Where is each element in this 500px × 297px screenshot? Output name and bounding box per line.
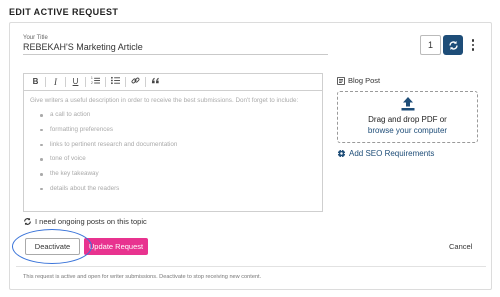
title-field-label: Your Title xyxy=(23,35,48,41)
request-card: Your Title REBEKAH'S Marketing Article 1… xyxy=(9,22,492,290)
footer-divider xyxy=(16,266,486,267)
toolbar-divider xyxy=(125,77,126,87)
page-heading: EDIT ACTIVE REQUEST xyxy=(9,7,119,17)
link-icon[interactable] xyxy=(130,76,141,88)
editor-placeholder: Give writers a useful description in ord… xyxy=(24,91,322,200)
toolbar-divider xyxy=(85,77,86,87)
gear-icon xyxy=(337,149,346,158)
description-editor[interactable]: B I U 12 Give writers a useful descripti… xyxy=(23,73,323,212)
list-item: formatting preferences xyxy=(40,126,316,141)
list-item: the key takeaway xyxy=(40,170,316,185)
svg-text:1: 1 xyxy=(91,76,93,80)
toolbar-divider xyxy=(105,77,106,87)
deactivate-button[interactable]: Deactivate xyxy=(25,238,80,255)
list-item: details about the readers xyxy=(40,185,316,200)
browse-computer-link[interactable]: browse your computer xyxy=(338,126,477,135)
refresh-button[interactable] xyxy=(443,35,463,55)
upload-icon xyxy=(401,97,415,111)
ongoing-posts-label: I need ongoing posts on this topic xyxy=(35,217,147,226)
more-options-icon[interactable] xyxy=(470,36,476,54)
editor-intro-text: Give writers a useful description in ord… xyxy=(30,97,299,104)
toolbar-divider xyxy=(65,77,66,87)
quote-icon[interactable] xyxy=(150,76,161,88)
underline-button[interactable]: U xyxy=(70,76,81,88)
update-request-button[interactable]: Update Request xyxy=(84,238,148,255)
list-item: links to pertinent research and document… xyxy=(40,141,316,156)
ongoing-posts-toggle[interactable]: I need ongoing posts on this topic xyxy=(23,217,147,226)
repeat-icon xyxy=(24,217,31,226)
italic-button[interactable]: I xyxy=(50,76,61,88)
editor-toolbar: B I U 12 xyxy=(24,74,322,91)
svg-text:2: 2 xyxy=(91,81,93,85)
document-icon xyxy=(337,76,345,85)
pdf-upload-dropzone[interactable]: Drag and drop PDF or browse your compute… xyxy=(337,91,478,143)
list-item: tone of voice xyxy=(40,155,316,170)
cancel-link[interactable]: Cancel xyxy=(449,242,472,251)
add-seo-requirements-link[interactable]: Add SEO Requirements xyxy=(337,149,434,158)
content-type-text: Blog Post xyxy=(348,76,381,85)
list-item: a call to action xyxy=(40,111,316,126)
ordered-list-icon[interactable]: 12 xyxy=(90,76,101,88)
editor-checklist: a call to action formatting preferences … xyxy=(40,111,316,200)
title-underline xyxy=(23,54,328,55)
bulleted-list-icon[interactable] xyxy=(110,76,121,88)
bold-button[interactable]: B xyxy=(30,76,41,88)
refresh-icon xyxy=(448,40,458,50)
toolbar-divider xyxy=(145,77,146,87)
toolbar-divider xyxy=(45,77,46,87)
status-note: This request is active and open for writ… xyxy=(23,274,262,280)
quantity-input[interactable]: 1 xyxy=(420,35,441,55)
content-type-label: Blog Post xyxy=(337,76,380,85)
title-input[interactable]: REBEKAH'S Marketing Article xyxy=(23,42,143,52)
upload-instructions: Drag and drop PDF or xyxy=(368,115,447,124)
seo-link-label[interactable]: Add SEO Requirements xyxy=(349,149,434,158)
